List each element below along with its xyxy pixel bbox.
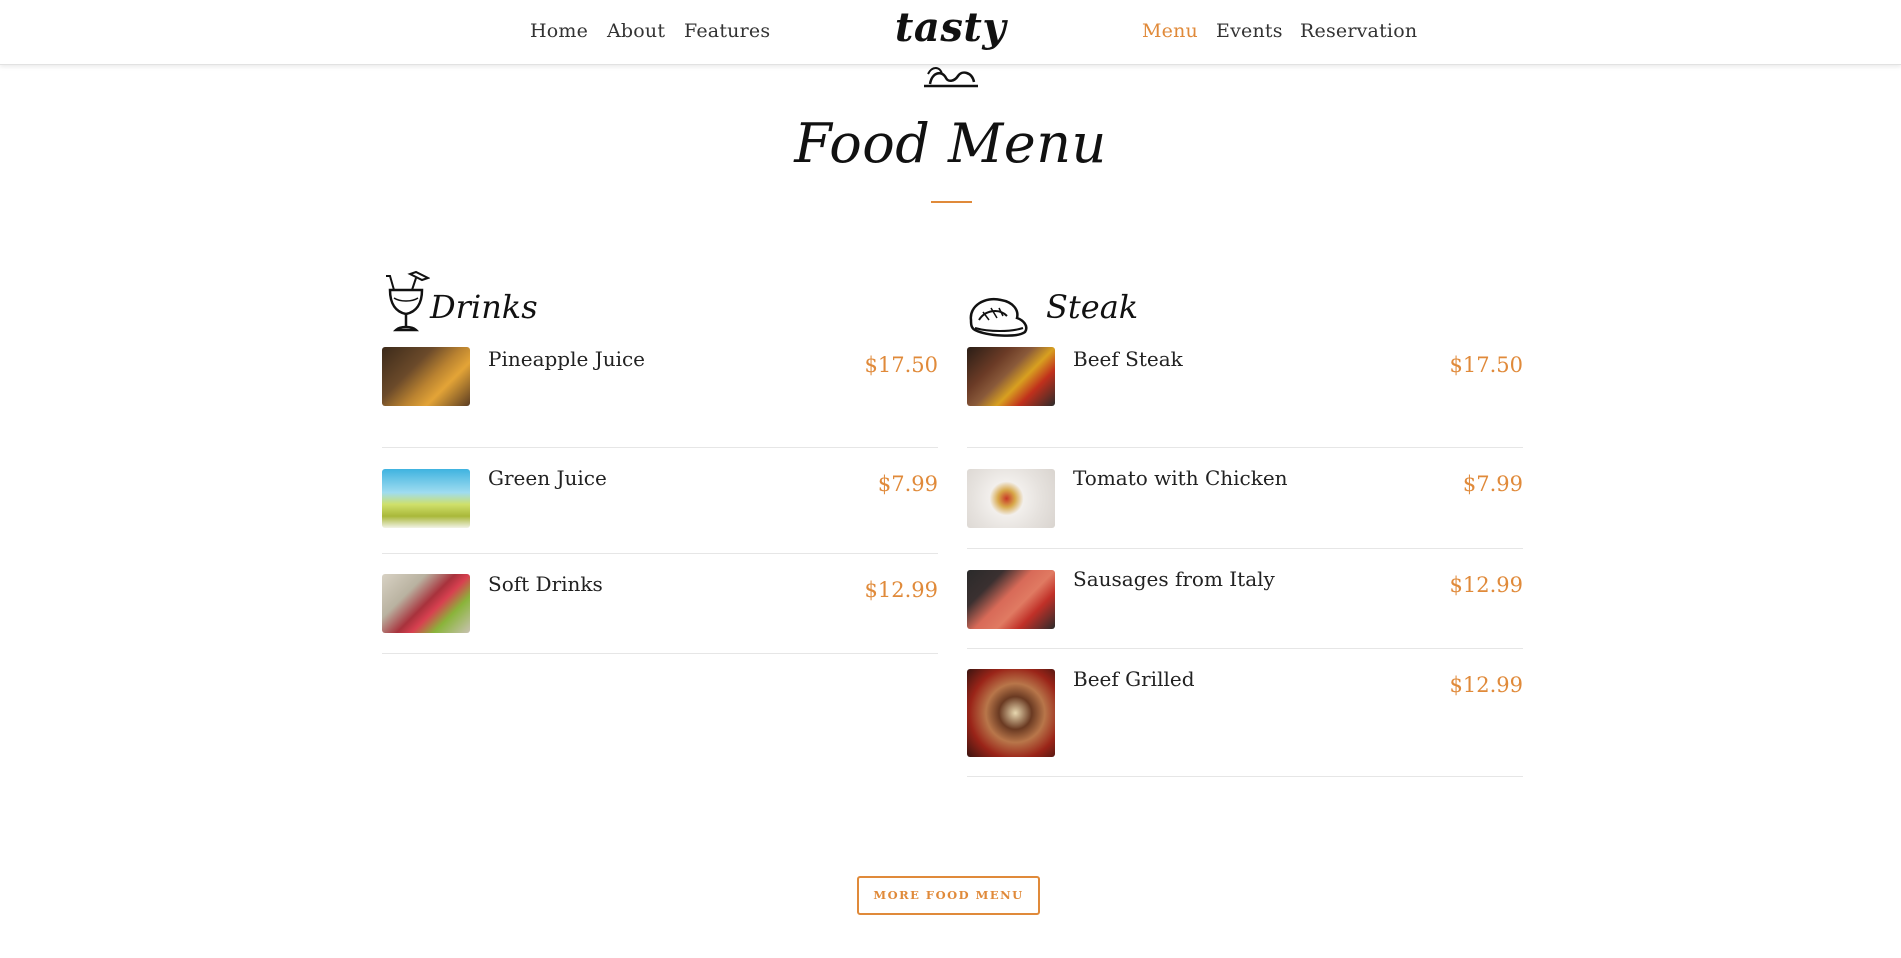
item-price: $7.99 [1462,472,1523,496]
item-price: $12.99 [1449,573,1523,597]
nav-features[interactable]: Features [684,20,770,42]
item-price: $7.99 [877,472,938,496]
category-title: Drinks [430,288,538,326]
title-underline [931,201,972,203]
item-price: $17.50 [1449,353,1523,377]
menu-item[interactable]: Tomato with Chicken $7.99 [967,448,1523,549]
menu-item[interactable]: Soft Drinks $12.99 [382,554,938,654]
tomato-chicken-photo [967,469,1055,528]
menu-item[interactable]: Pineapple Juice $17.50 [382,347,938,448]
menu-item[interactable]: Beef Steak $17.50 [967,347,1523,448]
brand-logo[interactable]: tasty [895,4,1006,51]
nav-events[interactable]: Events [1216,20,1283,42]
more-food-menu-button[interactable]: MORE FOOD MENU [857,876,1040,915]
soft-drinks-photo [382,574,470,633]
nav-reservation[interactable]: Reservation [1300,20,1417,42]
item-price: $12.99 [864,578,938,602]
item-name: Green Juice [488,466,607,490]
category-drinks: Drinks Pineapple Juice $17.50 Green Juic… [382,270,938,654]
sausages-photo [967,570,1055,629]
menu-item[interactable]: Green Juice $7.99 [382,448,938,554]
beef-grilled-photo [967,669,1055,757]
category-steak: Steak Beef Steak $17.50 Tomato with Chic… [967,270,1523,777]
nav-home[interactable]: Home [530,20,588,42]
top-navbar: Home About Features tasty Menu Events Re… [0,0,1901,65]
category-header: Drinks [382,270,938,342]
item-price: $12.99 [1449,673,1523,697]
cocktail-glass-icon [386,270,430,332]
nav-about[interactable]: About [607,20,665,42]
item-name: Beef Steak [1073,347,1183,371]
category-title: Steak [1046,288,1139,326]
menu-item[interactable]: Sausages from Italy $12.99 [967,549,1523,649]
menu-item[interactable]: Beef Grilled $12.99 [967,649,1523,777]
item-name: Soft Drinks [488,572,603,596]
item-name: Pineapple Juice [488,347,646,371]
item-name: Tomato with Chicken [1073,466,1288,490]
beef-steak-photo [967,347,1055,406]
item-price: $17.50 [864,353,938,377]
section-title: Food Menu [794,112,1107,175]
green-juice-photo [382,469,470,528]
item-name: Sausages from Italy [1073,567,1275,591]
item-name: Beef Grilled [1073,667,1195,691]
category-header: Steak [967,270,1523,342]
pineapple-juice-photo [382,347,470,406]
brand-logo-wrap: tasty [0,4,1901,51]
nav-menu[interactable]: Menu [1142,20,1198,42]
